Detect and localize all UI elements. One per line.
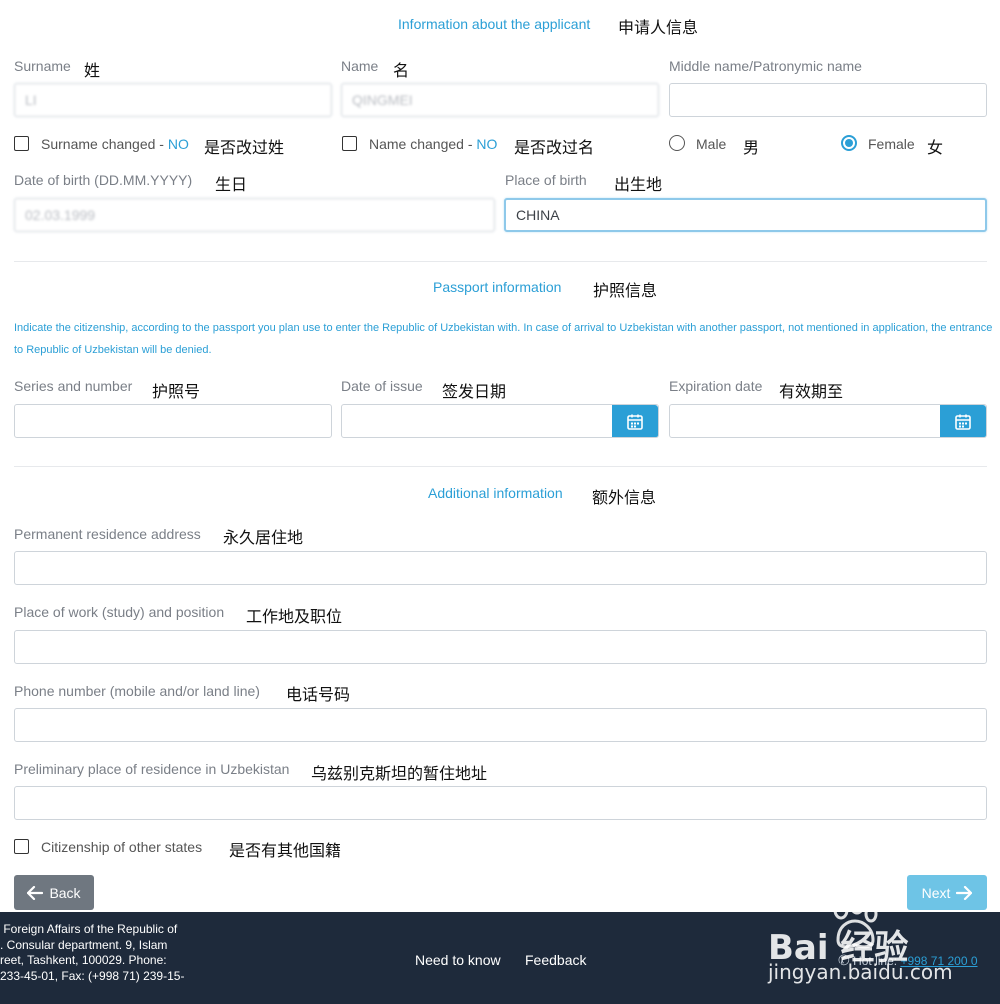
phone-input[interactable]	[14, 708, 987, 742]
name-cn-label: 名	[393, 61, 410, 80]
expiry-date-label: Expiration date	[669, 378, 763, 394]
pob-cn-label: 出生地	[614, 175, 663, 194]
surname-changed-state: NO	[167, 136, 189, 152]
phone-cn: 电话号码	[286, 685, 351, 704]
back-button[interactable]: Back	[14, 875, 94, 910]
next-button[interactable]: Next	[907, 875, 987, 910]
calendar-icon	[955, 414, 971, 430]
uz-residence-input[interactable]	[14, 786, 987, 820]
male-cn: 男	[743, 138, 760, 157]
male-radio[interactable]	[669, 135, 685, 151]
work-label: Place of work (study) and position	[14, 604, 225, 620]
issue-date-label: Date of issue	[341, 378, 423, 394]
expiry-date-cn: 有效期至	[779, 382, 844, 401]
applicant-section-cn: 申请人信息	[618, 18, 699, 37]
work-input[interactable]	[14, 630, 987, 664]
surname-changed-cn: 是否改过姓	[204, 138, 285, 157]
middle-name-label: Middle name/Patronymic name	[669, 58, 862, 74]
footer: Foreign Affairs of the Republic of . Con…	[0, 912, 1000, 1004]
expiry-date-input[interactable]	[669, 404, 987, 438]
female-radio[interactable]	[841, 135, 857, 151]
passport-note: Indicate the citizenship, according to t…	[14, 322, 993, 356]
phone-label: Phone number (mobile and/or land line)	[14, 683, 260, 699]
surname-changed-label: Surname changed - NO	[41, 136, 189, 152]
name-changed-checkbox[interactable]	[342, 136, 357, 151]
pob-label: Place of birth	[505, 172, 587, 188]
residence-cn: 永久居住地	[223, 528, 304, 547]
need-to-know-link[interactable]: Need to know	[415, 952, 501, 968]
residence-label: Permanent residence address	[14, 526, 201, 542]
other-citizenship-label: Citizenship of other states	[41, 839, 203, 855]
other-citizenship-cn: 是否有其他国籍	[229, 841, 342, 860]
back-button-label: Back	[49, 884, 81, 901]
passport-series-input[interactable]	[14, 404, 332, 438]
divider	[14, 466, 987, 467]
divider	[14, 261, 987, 262]
residence-input[interactable]	[14, 551, 987, 585]
name-input[interactable]: QINGMEI	[341, 83, 659, 117]
issue-date-cn: 签发日期	[442, 382, 507, 401]
dob-cn-label: 生日	[215, 175, 248, 194]
uz-residence-cn: 乌兹别克斯坦的暂住地址	[311, 764, 488, 783]
name-changed-cn: 是否改过名	[514, 138, 595, 157]
name-label: Name	[341, 58, 379, 74]
additional-section-title: Additional information	[428, 485, 563, 501]
passport-series-label: Series and number	[14, 378, 133, 394]
passport-series-cn: 护照号	[152, 382, 201, 401]
next-button-label: Next	[921, 884, 951, 901]
surname-cn-label: 姓	[84, 61, 101, 80]
issue-date-calendar-button[interactable]	[612, 405, 658, 437]
uz-residence-label: Preliminary place of residence in Uzbeki…	[14, 761, 290, 777]
arrow-left-icon	[27, 885, 44, 900]
surname-label: Surname	[14, 58, 71, 74]
male-label: Male	[696, 136, 727, 152]
pob-input[interactable]: CHINA	[504, 198, 987, 232]
calendar-icon	[627, 414, 643, 430]
watermark-url: jingyan.baidu.com	[768, 960, 953, 984]
dob-input[interactable]: 02.03.1999	[14, 198, 495, 232]
passport-section-title: Passport information	[433, 279, 562, 295]
other-citizenship-checkbox[interactable]	[14, 839, 29, 854]
additional-section-cn: 额外信息	[592, 488, 657, 507]
arrow-right-icon	[956, 885, 973, 900]
issue-date-input[interactable]	[341, 404, 659, 438]
expiry-date-calendar-button[interactable]	[940, 405, 986, 437]
middle-name-input[interactable]	[669, 83, 987, 117]
surname-changed-checkbox[interactable]	[14, 136, 29, 151]
dob-label: Date of birth (DD.MM.YYYY)	[14, 172, 193, 188]
feedback-link[interactable]: Feedback	[525, 952, 586, 968]
applicant-section-title: Information about the applicant	[398, 16, 591, 32]
female-label: Female	[868, 136, 915, 152]
footer-address: Foreign Affairs of the Republic of . Con…	[0, 922, 185, 983]
name-changed-label: Name changed - NO	[369, 136, 498, 152]
surname-input[interactable]: LI	[14, 83, 332, 117]
passport-section-cn: 护照信息	[593, 281, 658, 300]
work-cn: 工作地及职位	[246, 607, 343, 626]
female-cn: 女	[927, 138, 944, 157]
name-changed-state: NO	[476, 136, 498, 152]
